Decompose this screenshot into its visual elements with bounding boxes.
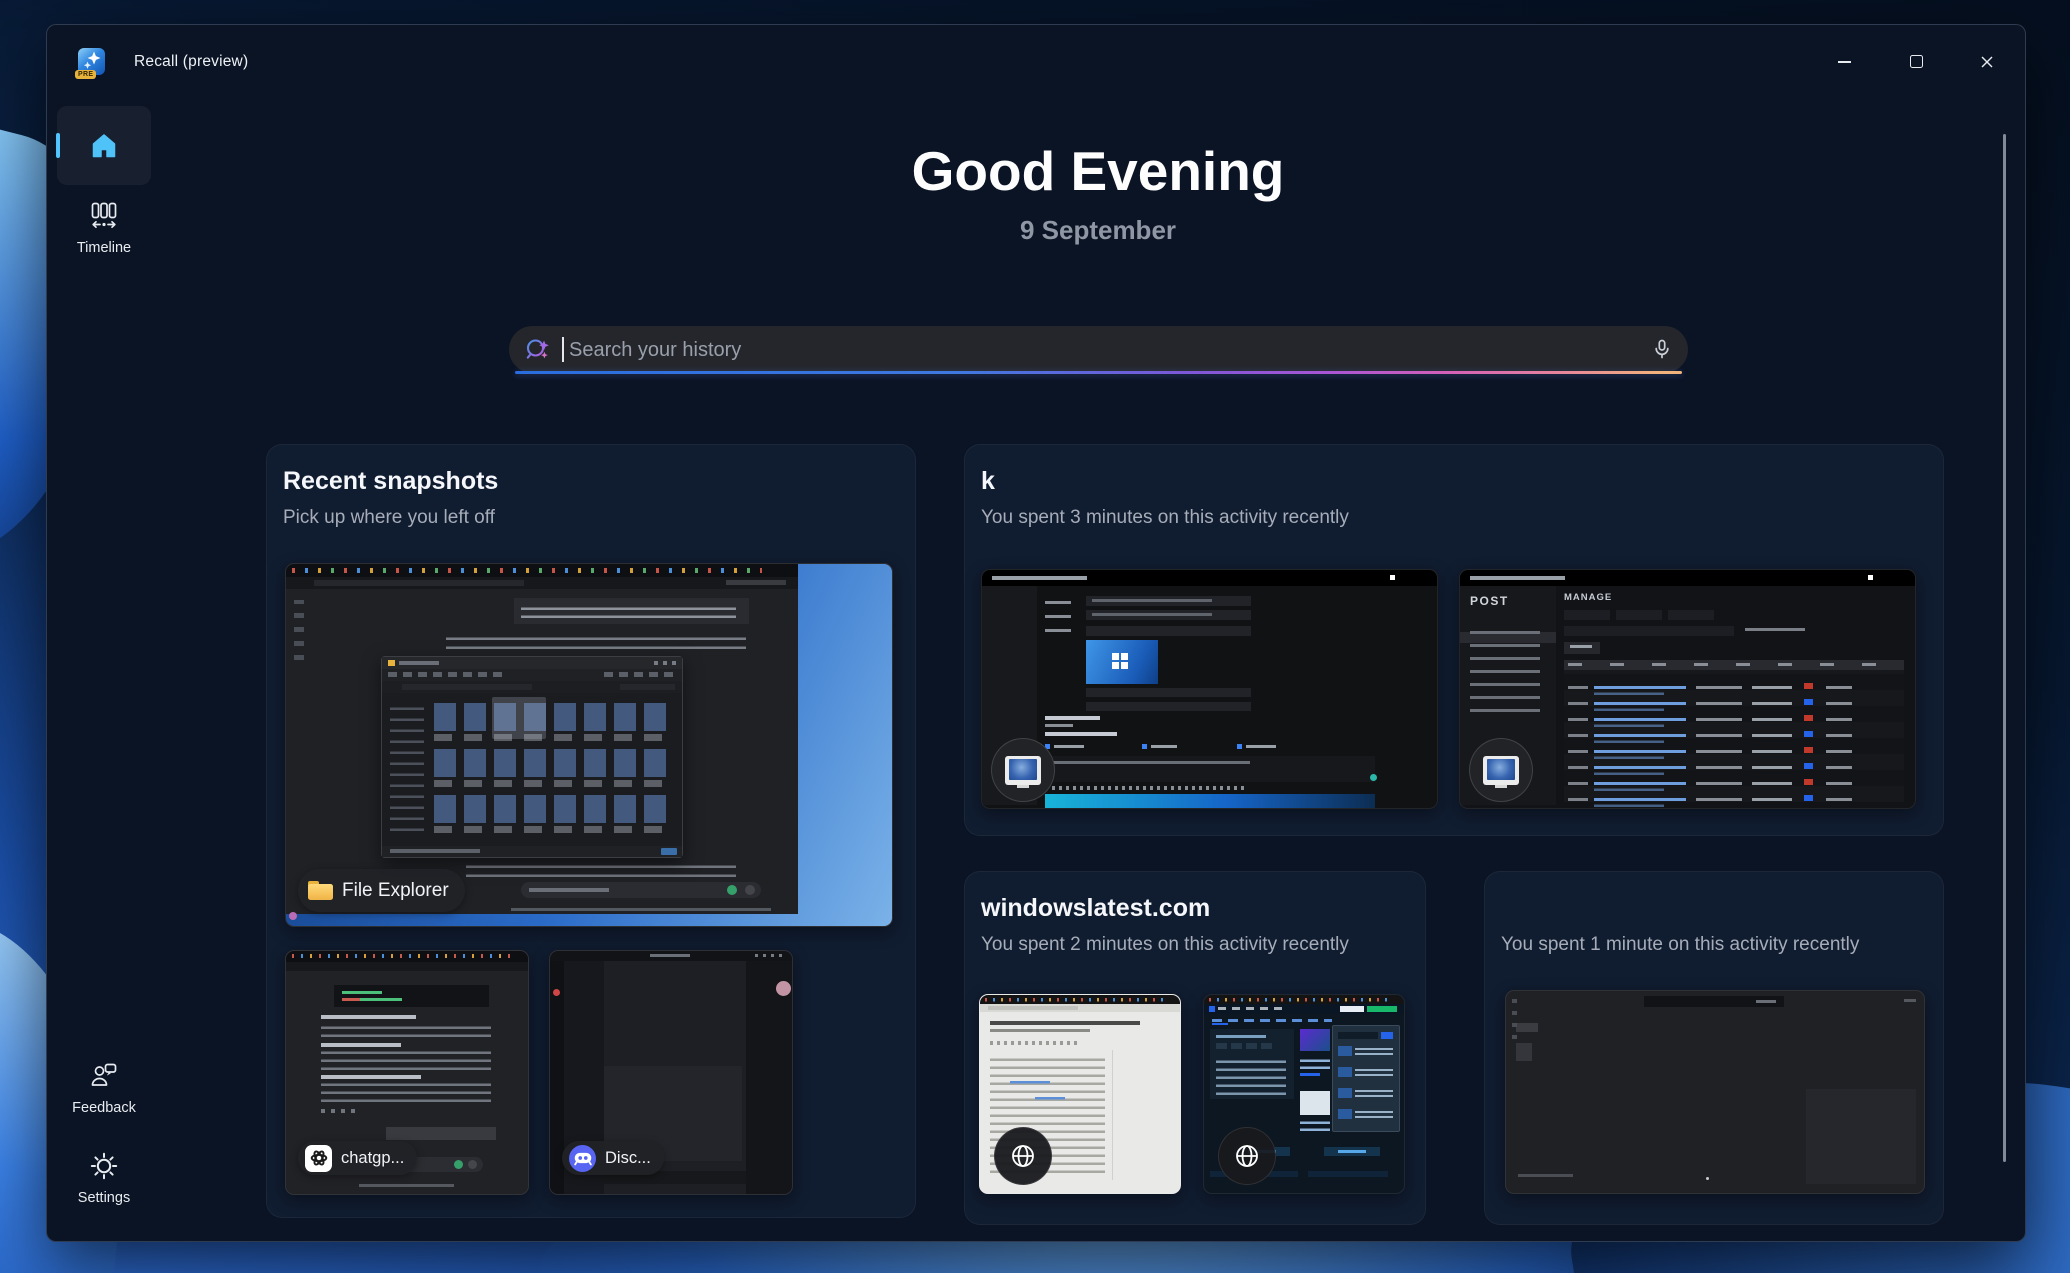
sidebar: Timeline Feedback Set [47,95,161,1241]
close-icon [1980,55,1994,69]
cursor-dot [1706,1177,1709,1180]
banner-image-mock [1045,794,1375,808]
snapshot-label: chatgp... [341,1149,404,1168]
card-subtitle: You spent 3 minutes on this activity rec… [981,507,1349,529]
recent-snapshots-card: Recent snapshots Pick up where you left … [266,444,916,1218]
greeting-heading: Good Evening [509,139,1687,203]
timeline-label: Timeline [77,240,131,256]
app-icon-badge [1469,738,1533,802]
search-bar[interactable] [509,326,1688,373]
recall-app-icon: PRE [78,48,105,75]
activity-card-bottom-right: You spent 1 minute on this activity rece… [1484,871,1944,1225]
titlebar[interactable]: PRE Recall (preview) [47,25,2025,95]
dark-app-mock [1506,991,1924,1193]
member-avatar-mock [776,981,791,996]
snapshot-label-pill: Disc... [562,1141,664,1175]
search-dropdown-mock [1332,1025,1400,1132]
explorer-window-mock [381,656,683,858]
monitor-app-icon [1005,756,1041,785]
scrollbar-thumb[interactable] [2003,134,2006,1162]
card-subtitle: Pick up where you left off [283,507,495,529]
explorer-grid-mock [434,701,672,841]
cms-sidebar-title: POST [1470,594,1509,608]
feedback-icon [89,1061,119,1091]
search-input[interactable] [567,326,1611,375]
snapshot-discord[interactable]: Disc... [549,950,793,1195]
microphone-button[interactable] [1650,337,1674,361]
recall-window: PRE Recall (preview) [46,24,2026,1242]
win11-image-mock [1086,640,1158,684]
cms-page-title: MANAGE [1564,592,1612,603]
selected-tile-highlight [492,697,546,739]
sidebar-item-home[interactable] [57,106,151,185]
thumbnail-chips-column [1804,673,1813,801]
globe-icon [1008,1141,1038,1171]
sidebar-item-feedback[interactable]: Feedback [57,1061,151,1116]
timeline-icon [89,201,119,231]
feedback-label: Feedback [72,1100,136,1116]
server-notification-dot [553,989,560,996]
activity-card-top: k You spent 3 minutes on this activity r… [964,444,1944,836]
snapshot-cms-editor[interactable] [981,569,1438,809]
explorer-sidebar-mock [390,701,424,831]
snapshot-file-explorer[interactable]: File Explorer [285,563,893,927]
website-icon-badge [1218,1127,1276,1185]
explorer-statusbar-mock [382,846,682,857]
discord-icon [569,1145,596,1172]
sidebar-item-timeline[interactable]: Timeline [57,201,151,256]
date-subheading: 9 September [509,215,1687,246]
maximize-icon [1910,55,1923,68]
preview-badge: PRE [75,70,96,79]
monitor-app-icon [1483,756,1519,785]
maximize-button[interactable] [1893,45,1939,78]
app-icon-badge [991,738,1055,802]
snapshot-label: File Explorer [342,880,449,902]
snapshot-label: Disc... [605,1149,651,1168]
home-icon [89,131,119,161]
close-button[interactable] [1964,45,2010,78]
snapshot-webpage-dark[interactable] [1203,994,1405,1194]
search-accent-underline [515,371,1682,374]
website-icon-badge [994,1127,1052,1185]
card-title: k [981,467,995,496]
microphone-icon [1650,337,1674,361]
window-title: Recall (preview) [134,53,248,71]
browser-mock [286,564,798,914]
save-indicator-dot [1370,774,1377,781]
globe-icon [1232,1141,1262,1171]
minimize-button[interactable] [1821,45,1867,78]
snapshot-label-pill: chatgp... [298,1141,417,1175]
settings-gear-icon [89,1151,119,1181]
snapshot-cms-table[interactable]: POST MANAGE [1459,569,1916,809]
card-title: Recent snapshots [283,467,498,496]
chat-input-mock [521,882,761,898]
chatgpt-icon [305,1145,332,1172]
card-subtitle: You spent 1 minute on this activity rece… [1501,934,1859,956]
settings-label: Settings [78,1190,130,1206]
folder-icon [308,881,333,900]
text-caret [562,337,564,362]
snapshot-label-pill: File Explorer [298,869,465,912]
snapshot-chatgpt[interactable]: chatgp... [285,950,529,1195]
desktop: PRE Recall (preview) [0,0,2070,1273]
activity-card-windowslatest: windowslatest.com You spent 2 minutes on… [964,871,1426,1225]
sidebar-item-settings[interactable]: Settings [57,1151,151,1206]
ai-search-icon [524,336,551,363]
card-subtitle: You spent 2 minutes on this activity rec… [981,934,1349,956]
snapshot-webpage-light[interactable] [979,994,1181,1194]
snapshot-dark-app[interactable] [1505,990,1925,1194]
notification-dot [289,912,297,920]
card-title: windowslatest.com [981,894,1210,923]
minimize-icon [1838,61,1851,63]
